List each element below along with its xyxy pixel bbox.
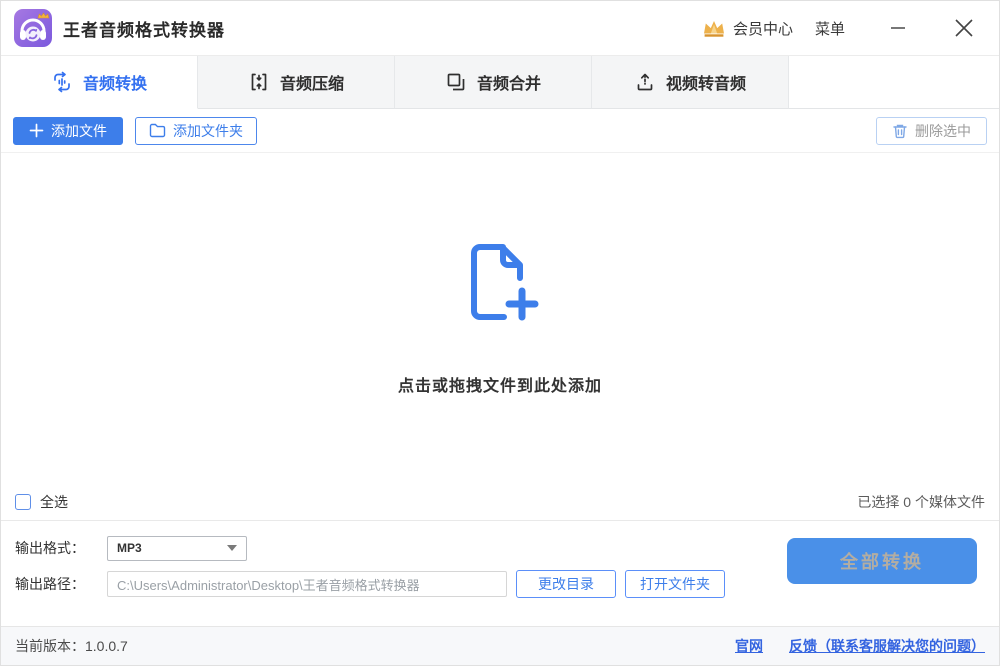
change-directory-button[interactable]: 更改目录 — [516, 570, 616, 598]
tab-audio-merge[interactable]: 音频合并 — [395, 56, 592, 109]
audio-convert-icon — [51, 71, 73, 93]
titlebar: 王者音频格式转换器 会员中心 菜单 — [1, 1, 999, 56]
folder-icon — [149, 123, 166, 138]
tab-video-to-audio[interactable]: 视频转音频 — [592, 56, 789, 109]
open-folder-button[interactable]: 打开文件夹 — [625, 570, 725, 598]
add-folder-button[interactable]: 添加文件夹 — [135, 117, 257, 145]
feedback-link[interactable]: 反馈（联系客服解决您的问题） — [789, 636, 985, 656]
tab-label: 音频压缩 — [280, 70, 344, 94]
dropzone-hint: 点击或拖拽文件到此处添加 — [398, 372, 602, 396]
toolbar: 添加文件 添加文件夹 删除选中 — [1, 109, 999, 153]
add-file-big-icon — [459, 240, 541, 328]
member-center-label: 会员中心 — [733, 18, 793, 39]
output-format-label: 输出格式： — [15, 538, 107, 558]
select-all-checkbox[interactable] — [15, 494, 31, 510]
output-section: 输出格式： MP3 输出路径： 更改目录 打开文件夹 全部转换 — [1, 521, 999, 626]
close-button[interactable] — [949, 13, 979, 43]
version-label: 当前版本： — [15, 636, 85, 656]
output-path-label: 输出路径： — [15, 574, 107, 594]
member-center-button[interactable]: 会员中心 — [701, 18, 793, 39]
tab-label: 音频合并 — [477, 70, 541, 94]
official-website-link[interactable]: 官网 — [735, 636, 763, 656]
output-format-value: MP3 — [117, 541, 142, 555]
app-window: 王者音频格式转换器 会员中心 菜单 — [0, 0, 1000, 666]
audio-merge-icon — [445, 71, 467, 93]
delete-selected-label: 删除选中 — [915, 121, 971, 141]
delete-selected-button[interactable]: 删除选中 — [876, 117, 987, 145]
selected-count-text: 已选择 0 个媒体文件 — [857, 492, 985, 512]
add-folder-label: 添加文件夹 — [173, 121, 243, 141]
add-file-button[interactable]: 添加文件 — [13, 117, 123, 145]
output-path-input[interactable] — [107, 571, 507, 597]
dropzone[interactable]: 点击或拖拽文件到此处添加 — [1, 153, 999, 483]
tabbar: 音频转换 音频压缩 音频合并 — [1, 56, 999, 109]
video-to-audio-icon — [634, 71, 656, 93]
tab-audio-compress[interactable]: 音频压缩 — [198, 56, 395, 109]
version-value: 1.0.0.7 — [85, 638, 128, 654]
select-all-label[interactable]: 全选 — [40, 492, 68, 512]
tab-audio-convert[interactable]: 音频转换 — [1, 56, 198, 109]
tab-label: 音频转换 — [83, 70, 147, 94]
crown-icon — [701, 18, 727, 38]
minimize-button[interactable] — [883, 13, 913, 43]
audio-compress-icon — [248, 71, 270, 93]
plus-icon — [29, 123, 44, 138]
trash-icon — [892, 123, 908, 139]
menu-button[interactable]: 菜单 — [815, 18, 845, 39]
chevron-down-icon — [227, 545, 237, 551]
tabbar-filler — [789, 56, 999, 109]
output-format-select[interactable]: MP3 — [107, 536, 247, 561]
tab-label: 视频转音频 — [666, 70, 746, 94]
selection-bar: 全选 已选择 0 个媒体文件 — [1, 483, 999, 521]
app-title: 王者音频格式转换器 — [63, 16, 225, 41]
footer: 当前版本： 1.0.0.7 官网 反馈（联系客服解决您的问题） — [1, 626, 999, 665]
app-logo-icon — [13, 8, 53, 48]
add-file-label: 添加文件 — [51, 121, 107, 141]
convert-all-button[interactable]: 全部转换 — [787, 538, 977, 584]
